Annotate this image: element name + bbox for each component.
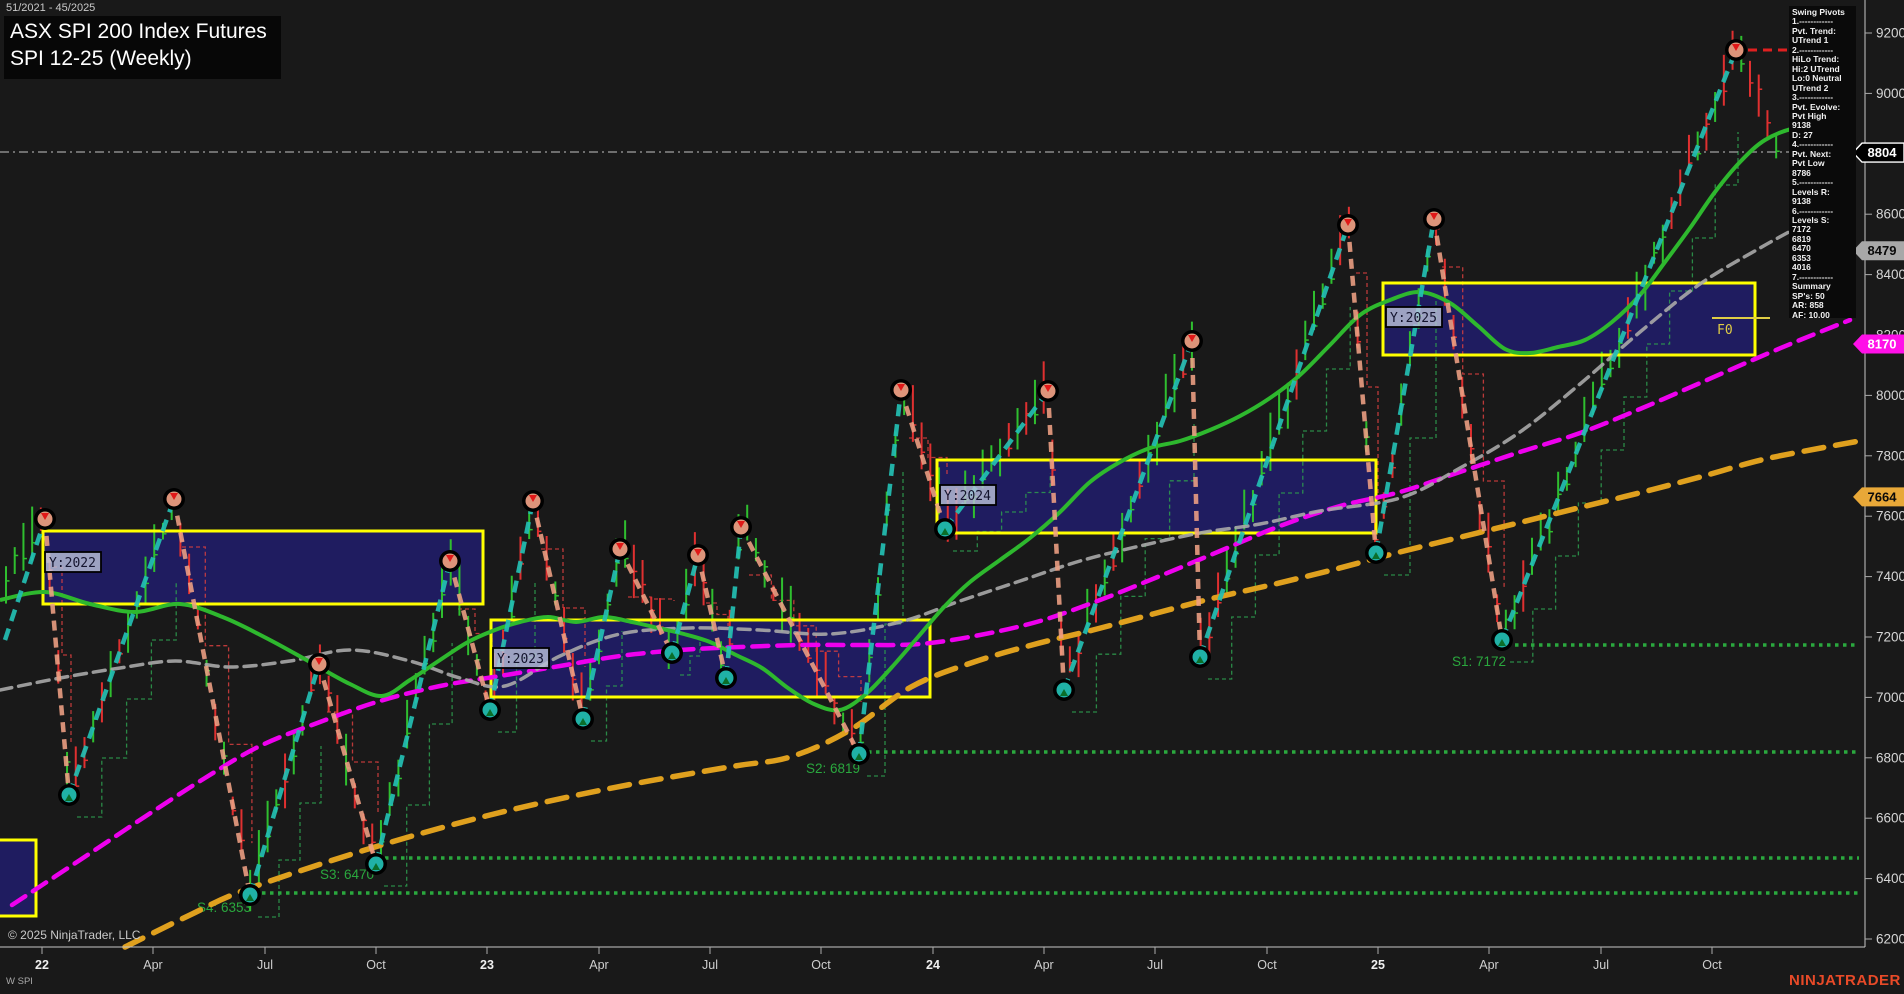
time-tick-label: Jul xyxy=(1147,958,1163,972)
time-tick-label: Jul xyxy=(1593,958,1609,972)
chart-title: ASX SPI 200 Index Futures SPI 12-25 (Wee… xyxy=(4,16,281,79)
trail-step-green xyxy=(77,581,176,817)
year-label-text: Y:2024 xyxy=(944,489,991,504)
price-tick-label: 6800 xyxy=(1876,750,1904,765)
date-range-label: 51/2021 - 45/2025 xyxy=(6,2,95,14)
price-tick-label: 8400 xyxy=(1876,267,1904,282)
tab-w-spi[interactable]: W SPI xyxy=(6,976,33,987)
time-tick-label: Oct xyxy=(1702,958,1722,972)
year-box-fill xyxy=(0,840,36,916)
time-tick-label: Oct xyxy=(811,958,831,972)
time-tick-label: Jul xyxy=(702,958,718,972)
ninjatrader-chart-window: S1: 7172S2: 6819S3: 6470S4: 6353F0Y:2022… xyxy=(0,0,1904,994)
price-tick-label: 8600 xyxy=(1876,207,1904,222)
trail-step-green xyxy=(384,643,452,886)
year-label-text: Y:2023 xyxy=(497,652,544,667)
support-label: S3: 6470 xyxy=(320,867,374,882)
price-tick-label: 9000 xyxy=(1876,86,1904,101)
support-label: S2: 6819 xyxy=(806,761,860,776)
swing-pivots-panel: Swing Pivots1.------------Pvt. Trend:UTr… xyxy=(1789,6,1856,318)
time-tick-label: 24 xyxy=(926,958,940,972)
panel-line: AF: 10.00 xyxy=(1792,311,1856,319)
price-marker-value: 8479 xyxy=(1868,243,1897,258)
time-tick-label: Apr xyxy=(589,958,608,972)
price-marker-value: 8170 xyxy=(1868,337,1897,352)
year-box-fill xyxy=(43,531,483,604)
price-tick-label: 8000 xyxy=(1876,388,1904,403)
price-chart-canvas[interactable]: S1: 7172S2: 6819S3: 6470S4: 6353F0Y:2022… xyxy=(0,0,1904,994)
swing-leg-up xyxy=(250,664,319,895)
time-tick-label: 23 xyxy=(480,958,494,972)
f0-label: F0 xyxy=(1717,323,1733,338)
swing-leg-up xyxy=(1376,219,1434,553)
swing-leg-up xyxy=(376,561,450,864)
ninjatrader-logo: NINJATRADER xyxy=(1789,972,1901,989)
price-tick-label: 7800 xyxy=(1876,448,1904,463)
time-tick-label: 22 xyxy=(35,958,49,972)
price-tick-label: 6200 xyxy=(1876,932,1904,947)
year-label-text: Y:2025 xyxy=(1390,311,1437,326)
copyright-label: © 2025 NinjaTrader, LLC xyxy=(8,928,140,942)
trail-step-green xyxy=(1510,132,1738,662)
swing-leg-up xyxy=(1200,225,1348,657)
price-tick-label: 6400 xyxy=(1876,871,1904,886)
price-tick-label: 7200 xyxy=(1876,630,1904,645)
time-tick-label: Apr xyxy=(1479,958,1498,972)
time-tick-label: Oct xyxy=(1257,958,1277,972)
chart-title-line1: ASX SPI 200 Index Futures xyxy=(10,19,267,46)
year-box-fill xyxy=(937,460,1376,533)
support-label: S1: 7172 xyxy=(1452,654,1506,669)
time-tick-label: Jul xyxy=(257,958,273,972)
swing-zigzag xyxy=(5,50,1736,895)
price-marker-value: 8804 xyxy=(1868,145,1898,160)
time-tick-label: 25 xyxy=(1371,958,1385,972)
price-tick-label: 7400 xyxy=(1876,569,1904,584)
time-tick-label: Oct xyxy=(366,958,386,972)
price-marker-value: 7664 xyxy=(1868,489,1898,504)
price-tick-label: 7000 xyxy=(1876,690,1904,705)
price-tick-label: 7600 xyxy=(1876,509,1904,524)
time-tick-label: Apr xyxy=(1034,958,1053,972)
chart-title-line2: SPI 12-25 (Weekly) xyxy=(10,46,267,73)
year-label-text: Y:2022 xyxy=(49,556,96,571)
price-tick-label: 6600 xyxy=(1876,811,1904,826)
price-tick-label: 9200 xyxy=(1876,26,1904,41)
swing-leg-up xyxy=(5,519,45,640)
trail-step-red xyxy=(327,712,378,812)
time-tick-label: Apr xyxy=(143,958,162,972)
